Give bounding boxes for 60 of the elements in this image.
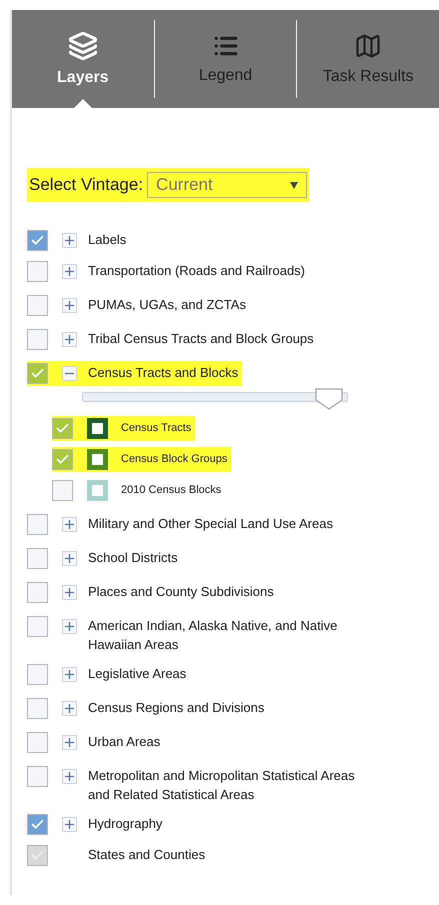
layers-icon — [68, 31, 98, 61]
collapse-icon[interactable] — [62, 366, 77, 381]
layer-label: Tribal Census Tracts and Block Groups — [88, 330, 314, 348]
tab-pointer — [74, 99, 92, 108]
checkbox[interactable] — [52, 418, 73, 439]
layer-label: Places and County Subdivisions — [88, 583, 274, 601]
slider-thumb[interactable] — [314, 388, 343, 410]
tab[interactable]: Task Results — [296, 20, 439, 98]
sublayer-label: Census Tracts — [121, 421, 192, 436]
checkbox[interactable] — [27, 616, 48, 637]
layer-label: PUMAs, UGAs, and ZCTAs — [88, 296, 246, 314]
tab[interactable]: Layers — [12, 10, 154, 108]
expand-icon[interactable] — [62, 701, 77, 716]
expand-icon[interactable] — [62, 332, 77, 347]
layer-label: Transportation (Roads and Railroads) — [88, 262, 306, 280]
checkbox[interactable] — [27, 230, 48, 251]
checkbox[interactable] — [27, 329, 48, 350]
expand-icon[interactable] — [62, 264, 77, 279]
layer-label: Metropolitan and Micropolitan Statistical Areas and Related Statistical Areas — [88, 767, 356, 804]
map-icon — [354, 32, 382, 60]
sublayer-label: 2010 Census Blocks — [121, 483, 222, 498]
vintage-select[interactable]: Current — [147, 172, 308, 198]
checkbox[interactable] — [27, 295, 48, 316]
checkbox[interactable] — [27, 766, 48, 787]
sublayer-label: Census Block Groups — [121, 452, 228, 467]
checkbox[interactable] — [27, 698, 48, 719]
layer-label: Labels — [88, 231, 126, 249]
checkbox[interactable] — [27, 548, 48, 569]
layer-label: Census Tracts and Blocks — [88, 364, 238, 382]
expand-icon[interactable] — [62, 585, 77, 600]
expand-icon[interactable] — [62, 298, 77, 313]
checkbox[interactable] — [27, 664, 48, 685]
checkbox[interactable] — [27, 845, 48, 866]
expand-icon[interactable] — [62, 619, 77, 634]
layer-label: States and Counties — [88, 846, 206, 864]
checkbox[interactable] — [52, 449, 73, 470]
expand-icon[interactable] — [62, 769, 77, 784]
expand-icon[interactable] — [62, 735, 77, 750]
checkbox[interactable] — [27, 261, 48, 282]
checkbox[interactable] — [27, 363, 48, 384]
checkbox[interactable] — [52, 480, 73, 501]
caret-icon — [290, 182, 298, 188]
checkbox[interactable] — [27, 582, 48, 603]
expand-icon[interactable] — [62, 233, 77, 248]
layer-label: American Indian, Alaska Native, and Native Hawaiian Areas — [88, 617, 338, 654]
layer-label: Legislative Areas — [88, 665, 186, 683]
layer-label: Urban Areas — [88, 733, 160, 751]
checkbox[interactable] — [27, 514, 48, 535]
layer-label: Census Regions and Divisions — [88, 699, 264, 717]
expand-icon[interactable] — [62, 667, 77, 682]
expand-icon[interactable] — [62, 817, 77, 832]
checkbox[interactable] — [27, 814, 48, 835]
vintage-label: Select Vintage: — [29, 175, 144, 195]
checkbox[interactable] — [27, 732, 48, 753]
expand-icon[interactable] — [62, 517, 77, 532]
expand-icon[interactable] — [62, 551, 77, 566]
layer-label: School Districts — [88, 549, 178, 567]
layer-label: Military and Other Special Land Use Areas — [88, 515, 333, 533]
tab[interactable]: Legend — [154, 20, 296, 98]
layer-label: Hydrography — [88, 815, 162, 833]
